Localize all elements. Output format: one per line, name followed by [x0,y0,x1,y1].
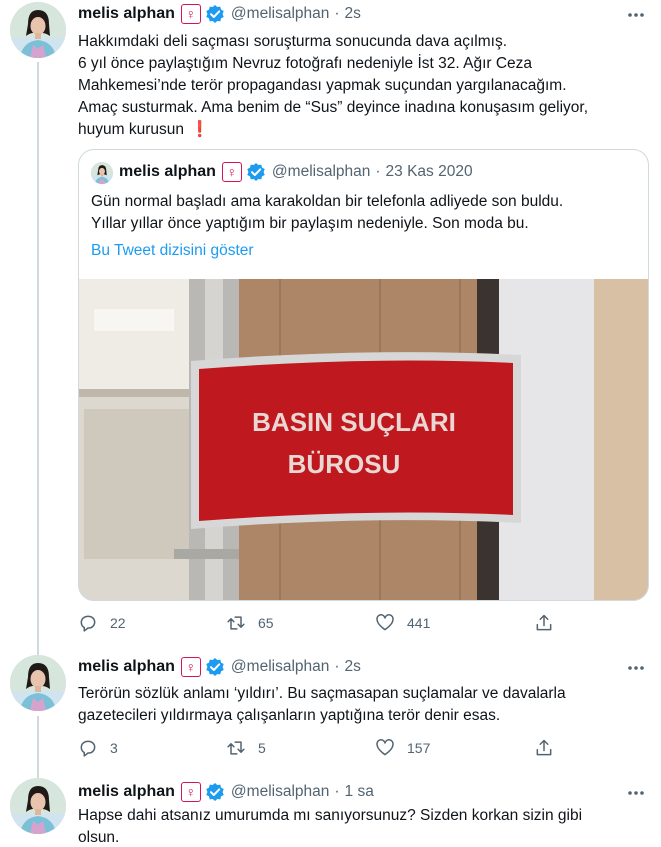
quoted-text: Gün normal başladı ama karakoldan bir te… [91,191,636,235]
share-icon [536,739,552,756]
avatar[interactable] [10,655,66,711]
tweet-text: Hapse dahi atsanız umurumda mı sanıyorsu… [78,805,648,847]
tweet-1[interactable]: melis alphan ♀ @melisalphan · 2s Hakkımd… [0,0,661,650]
tweet-line: 6 yıl önce paylaştığım Nevruz fotoğrafı … [78,55,533,72]
exclamation-emoji: ❗ [189,121,210,138]
tweet-text: Hakkımdaki deli saçması soruşturma sonuc… [78,31,648,141]
female-sign-badge: ♀ [180,4,201,24]
timestamp[interactable]: 1 sa [345,783,374,801]
quoted-photo[interactable]: BASIN SUÇLARI BÜROSU [79,279,649,601]
reply-button[interactable]: 3 [78,736,118,760]
like-button[interactable]: 441 [375,611,430,635]
like-button[interactable]: 157 [375,736,430,760]
quoted-line: Gün normal başladı ama karakoldan bir te… [91,193,564,210]
more-dots-icon[interactable] [625,4,647,26]
quoted-author-handle: @melisalphan [271,163,371,180]
tweet-line: huyum kurusun ❗ [78,119,648,141]
thread-line [37,716,39,775]
separator-dot: · [334,5,340,22]
retweet-icon [227,616,245,630]
more-dots-icon[interactable] [625,657,647,679]
tweet-actions: 22 65 441 [78,611,558,635]
author-name[interactable]: melis alphan [78,5,175,23]
tweet-line: Mahkemesi’nde terör propagandası yapmak … [78,77,567,94]
avatar[interactable] [10,2,66,58]
tweet-line: gazetecileri yıldırmaya çalışanların yap… [78,707,501,724]
timestamp[interactable]: 2s [345,5,361,23]
author-name[interactable]: melis alphan [78,783,175,801]
tweet-line: olsun. [78,829,120,846]
female-sign-badge: ♀ [221,162,242,182]
retweet-count: 5 [258,740,266,756]
quoted-avatar [91,162,113,184]
quoted-line: Yıllar yıllar önce yaptığım bir paylaşım… [91,215,529,232]
like-count: 157 [407,740,431,756]
share-button[interactable] [534,736,554,760]
like-icon [376,739,394,756]
female-sign-badge: ♀ [180,782,201,802]
tweet-header: melis alphan ♀ @melisalphan · 2s [78,4,361,24]
reply-button[interactable]: 22 [78,611,126,635]
separator-dot: · [334,658,340,675]
separator-dot: · [334,783,340,800]
tweet-line: Hapse dahi atsanız umurumda mı sanıyorsu… [78,807,583,824]
tweet-line: Terörün sözlük anlamı ‘yıldırı’. Bu saçm… [78,685,566,702]
show-thread-link[interactable]: Bu Tweet dizisini göster [91,242,254,260]
author-handle[interactable]: @melisalphan [231,658,329,676]
tweet-3[interactable]: melis alphan ♀ @melisalphan · 1 sa Hapse… [0,775,661,847]
verified-badge-icon [246,162,266,182]
quoted-header: melis alphan ♀ @melisalphan · 23 Kas 202… [119,162,473,182]
quoted-tweet[interactable]: melis alphan ♀ @melisalphan · 23 Kas 202… [78,149,649,601]
reply-count: 3 [110,740,118,756]
verified-badge-icon [205,4,225,24]
retweet-button[interactable]: 5 [226,736,266,760]
tweet-line-text: huyum kurusun [78,121,184,138]
avatar[interactable] [10,778,66,834]
more-dots-icon[interactable] [625,782,647,804]
timestamp[interactable]: 2s [345,658,361,676]
reply-icon [80,615,96,632]
thread-line [37,62,39,650]
tweet-actions: 3 5 157 [78,736,558,760]
retweet-icon [227,741,245,755]
tweet-text: Terörün sözlük anlamı ‘yıldırı’. Bu saçm… [78,683,648,727]
share-button[interactable] [534,611,554,635]
like-count: 441 [407,615,431,631]
reply-icon [80,740,96,757]
author-handle[interactable]: @melisalphan [231,783,329,801]
quoted-author-name: melis alphan [119,163,216,180]
author-handle[interactable]: @melisalphan [231,5,329,23]
sign-line-2: BÜROSU [288,449,401,479]
like-icon [376,614,394,631]
tweet-header: melis alphan ♀ @melisalphan · 1 sa [78,782,374,802]
female-sign-badge: ♀ [180,657,201,677]
tweet-line: Amaç susturmak. Ama benim de “Sus” deyin… [78,99,589,116]
sign-line-1: BASIN SUÇLARI [252,407,456,437]
share-icon [536,614,552,631]
retweet-button[interactable]: 65 [226,611,274,635]
verified-badge-icon [205,657,225,677]
tweet-header: melis alphan ♀ @melisalphan · 2s [78,657,361,677]
retweet-count: 65 [258,615,274,631]
tweet-2[interactable]: melis alphan ♀ @melisalphan · 2s Terörün… [0,650,661,775]
verified-badge-icon [205,782,225,802]
tweet-line: Hakkımdaki deli saçması soruşturma sonuc… [78,33,508,50]
author-name[interactable]: melis alphan [78,658,175,676]
quoted-timestamp: 23 Kas 2020 [385,163,473,180]
separator-dot: · [375,163,381,180]
reply-count: 22 [110,615,126,631]
